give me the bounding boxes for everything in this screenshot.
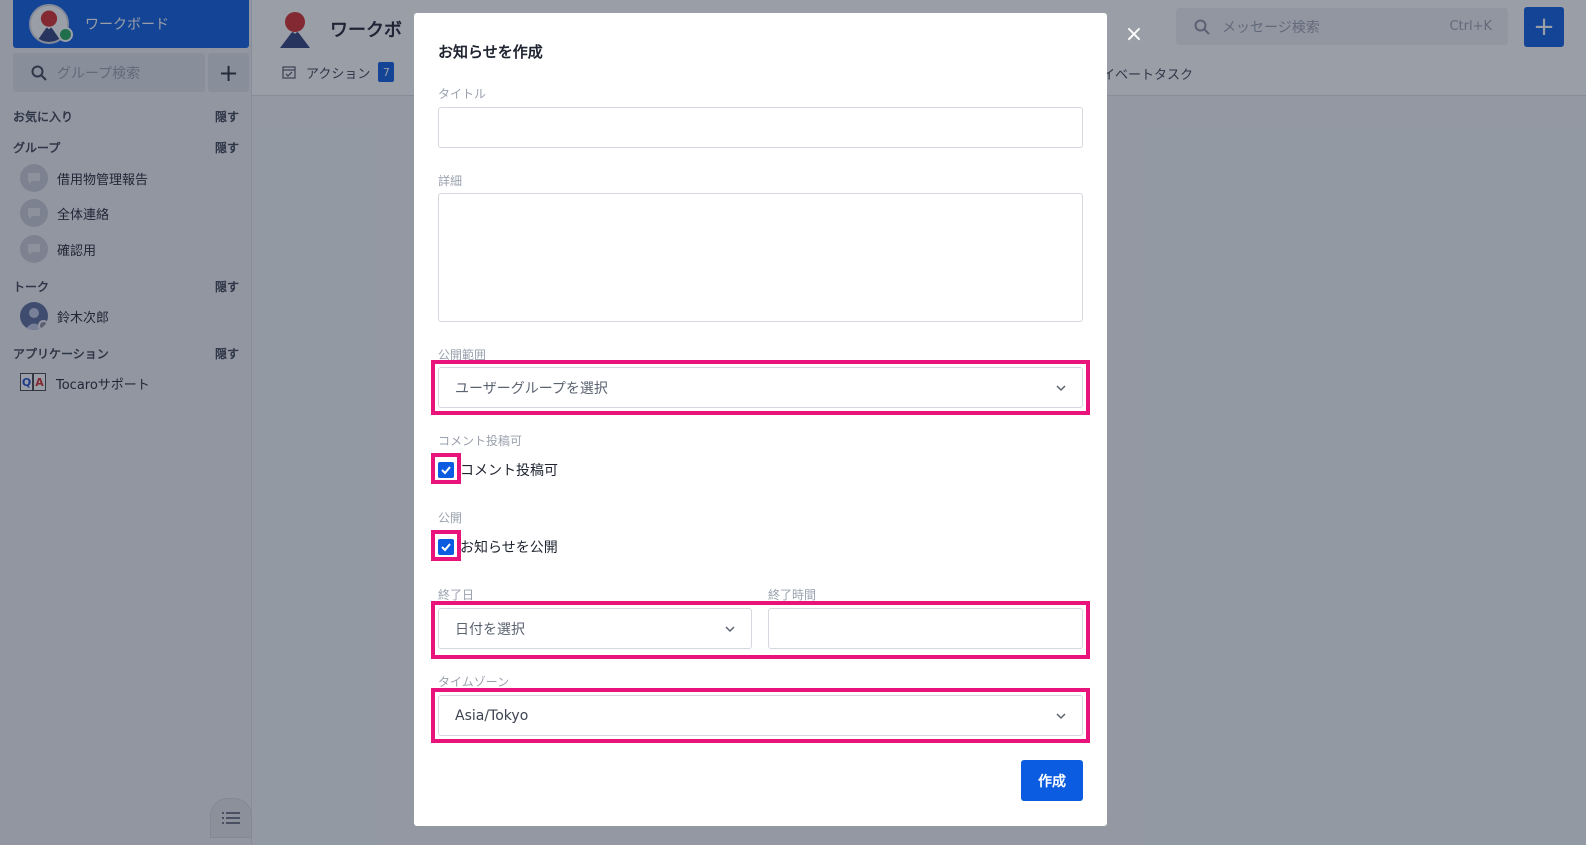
comment-checkbox-label: コメント投稿可 [460,463,558,479]
close-icon[interactable]: × [1122,22,1146,47]
dialog-title: お知らせを作成 [438,43,543,61]
highlight-box [431,453,461,484]
detail-textarea[interactable] [438,193,1083,322]
highlight-box [431,601,1090,659]
title-input[interactable] [438,107,1083,148]
publish-checkbox-label: お知らせを公開 [460,540,558,556]
highlight-box [431,688,1090,743]
publish-label: 公開 [438,511,463,525]
highlight-box [431,530,461,561]
title-label: タイトル [438,87,487,101]
create-button[interactable]: 作成 [1021,760,1083,801]
highlight-box [431,360,1090,415]
detail-label: 詳細 [438,174,463,188]
comment-label: コメント投稿可 [438,434,523,448]
create-notice-dialog: お知らせを作成 タイトル 詳細 公開範囲 ユーザーグループを選択 コメント投稿可… [414,13,1107,826]
